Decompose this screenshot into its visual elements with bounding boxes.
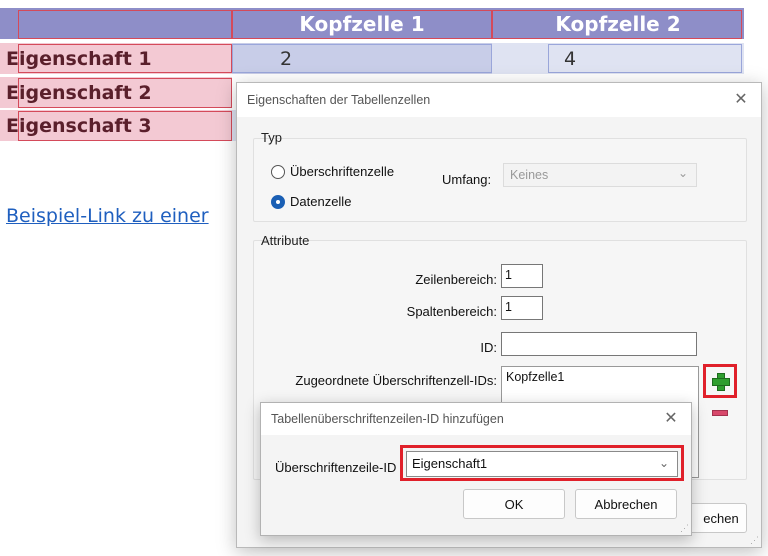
row-span-input[interactable]: 1 (501, 264, 543, 288)
resize-grip-icon[interactable]: ⋰ (680, 523, 689, 534)
id-input[interactable] (501, 332, 697, 356)
remove-header-id-button[interactable] (708, 401, 732, 425)
subdialog-title: Tabellenüberschriftenzeilen-ID hinzufüge… (271, 412, 504, 426)
scope-select: Keines ⌄ (503, 163, 697, 187)
radio-icon[interactable] (271, 164, 285, 179)
radio-data-cell[interactable]: Datenzelle (271, 194, 351, 209)
row-span-label: Zeilenbereich: (415, 272, 497, 287)
id-label: ID: (480, 340, 497, 355)
dialog-title: Eigenschaften der Tabellenzellen (247, 93, 431, 107)
cancel-button[interactable]: Abbrechen (575, 489, 677, 519)
add-header-id-dialog: Tabellenüberschriftenzeilen-ID hinzufüge… (260, 402, 692, 536)
header-row-id-select[interactable]: Eigenschaft1 ⌄ (406, 451, 678, 477)
add-icon (712, 373, 730, 391)
chevron-down-icon[interactable]: ⌄ (659, 456, 669, 470)
header-ids-label: Zugeordnete Überschriftenzell-IDs: (295, 373, 497, 388)
table-row: Eigenschaft 2 (0, 77, 236, 108)
table-header-row: Kopfzelle 1 Kopfzelle 2 (0, 8, 744, 39)
header-row-id-label: Überschriftenzeile-ID (275, 460, 397, 475)
subdialog-titlebar: Tabellenüberschriftenzeilen-ID hinzufüge… (261, 403, 691, 435)
table-cell: 2 (232, 43, 492, 74)
list-item[interactable]: Kopfzelle1 (506, 370, 694, 384)
radio-header-cell[interactable]: Überschriftenzelle (271, 164, 394, 179)
row-header-cell: Eigenschaft 3 (0, 110, 232, 141)
attributes-group-label: Attribute (261, 233, 310, 248)
ok-button[interactable]: OK (463, 489, 565, 519)
row-header-cell: Eigenschaft 1 (0, 43, 232, 74)
type-group-label: Typ (261, 130, 282, 145)
radio-selected-icon[interactable] (271, 194, 285, 209)
dialog-titlebar: Eigenschaften der Tabellenzellen ✕ (237, 83, 761, 117)
col-span-label: Spaltenbereich: (406, 304, 497, 319)
close-icon[interactable]: ✕ (731, 90, 751, 110)
table-header-cell: Kopfzelle 2 (555, 11, 681, 36)
chevron-down-icon: ⌄ (677, 166, 688, 180)
table-header-empty (0, 8, 232, 39)
table-row: Eigenschaft 3 (0, 110, 236, 141)
table-header-cell: Kopfzelle 1 (299, 11, 425, 36)
document-link[interactable]: Beispiel-Link zu einer (6, 205, 209, 227)
resize-grip-icon[interactable]: ⋰ (750, 535, 759, 546)
col-span-input[interactable]: 1 (501, 296, 543, 320)
scope-label: Umfang: (442, 172, 492, 187)
table-row: Eigenschaft 1 2 4 (0, 43, 744, 74)
close-icon[interactable]: ✕ (661, 409, 681, 429)
add-header-id-button[interactable] (708, 369, 732, 393)
row-header-cell: Eigenschaft 2 (0, 77, 232, 108)
remove-icon (712, 410, 728, 416)
radio-label: Datenzelle (290, 194, 352, 209)
header-row-id-value: Eigenschaft1 (412, 456, 488, 471)
scope-value: Keines (510, 168, 549, 182)
radio-label: Überschriftenzelle (290, 164, 395, 179)
cancel-button-label: echen (703, 510, 739, 526)
table-cell: 4 (564, 47, 577, 70)
